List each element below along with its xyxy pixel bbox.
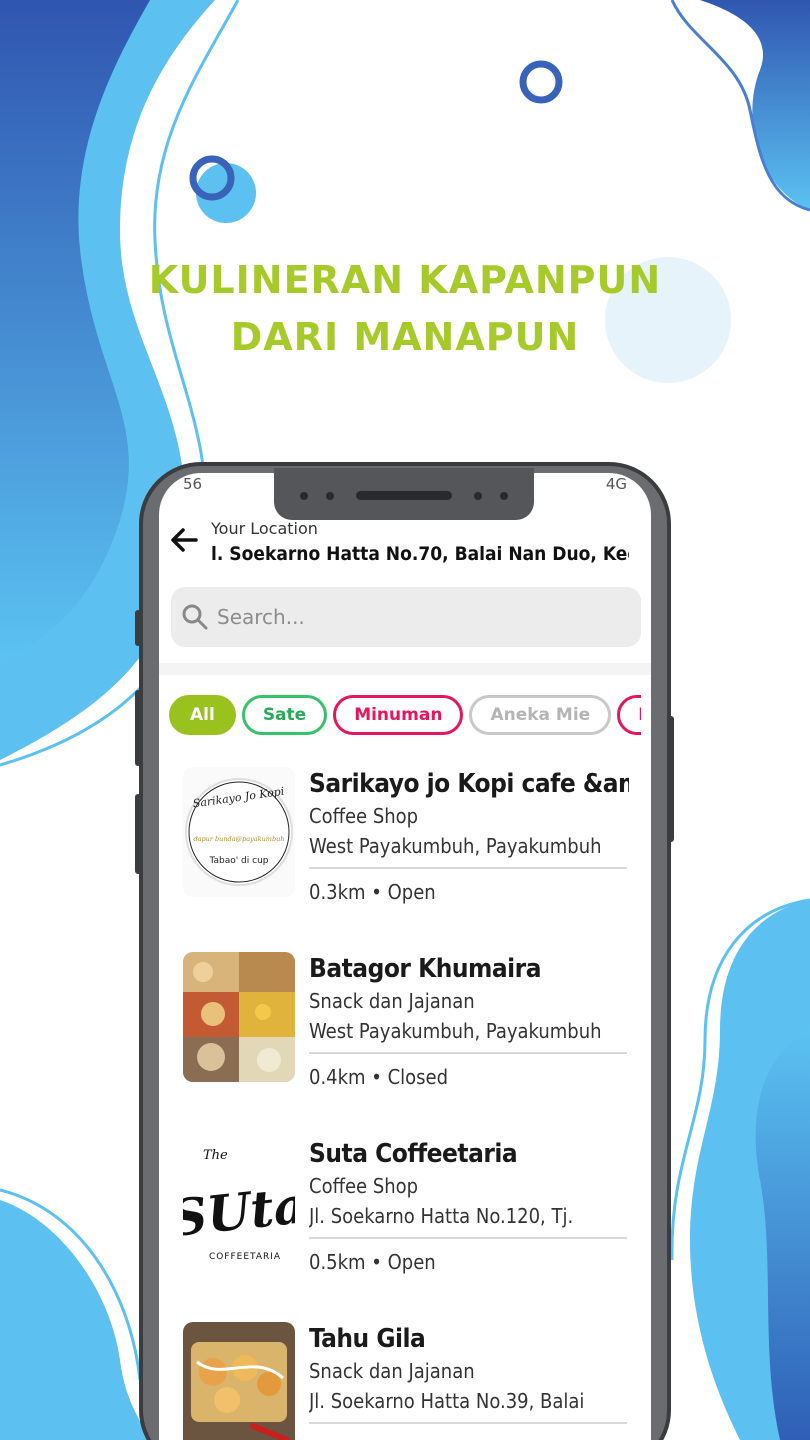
section-divider	[159, 663, 651, 675]
status-left: 56	[183, 475, 203, 493]
place-info: Sarikayo jo Kopi cafe &amp; Coffee Shop …	[309, 767, 629, 907]
place-name: Tahu Gila	[309, 1324, 426, 1354]
location-bar: Your Location l. Soekarno Hatta No.70, B…	[159, 513, 651, 573]
category-chip-martabak[interactable]: Martabak	[617, 695, 641, 735]
headline-line-1: KULINERAN KAPANPUN	[148, 258, 662, 302]
phone-screen: 56 4G Your Location l. Soekarno Hatta No…	[159, 473, 651, 1440]
headline: KULINERAN KAPANPUN DARI MANAPUN	[0, 252, 810, 366]
place-status: Closed	[387, 1065, 449, 1089]
place-meta: 0.4km • Closed	[309, 1062, 629, 1092]
list-item[interactable]: Batagor Khumaira Snack dan Jajanan West …	[159, 952, 651, 1137]
location-value[interactable]: l. Soekarno Hatta No.70, Balai Nan Duo, …	[211, 543, 629, 565]
place-thumbnail	[183, 1322, 295, 1440]
earpiece-speaker	[356, 491, 452, 500]
batagor-photo	[183, 952, 295, 1082]
meta-separator: •	[365, 1250, 388, 1274]
camera-dot	[300, 492, 308, 500]
headline-line-2: DARI MANAPUN	[230, 315, 580, 359]
place-address: West Payakumbuh, Payakumbuh	[309, 834, 602, 858]
search-input[interactable]	[217, 601, 617, 633]
camera-dot	[326, 492, 334, 500]
category-filter: AllSateMinumanAneka MieMartabak	[169, 695, 641, 737]
tahu-gila-photo	[183, 1322, 295, 1440]
category-chip-sate[interactable]: Sate	[241, 695, 328, 735]
back-arrow-icon[interactable]	[169, 525, 199, 555]
meta-separator: •	[365, 1065, 388, 1089]
place-name: Sarikayo jo Kopi cafe &amp;	[309, 769, 629, 799]
place-address: Jl. Soekarno Hatta No.120, Tj.	[309, 1204, 574, 1228]
location-label: Your Location	[211, 519, 318, 538]
search-icon	[182, 604, 208, 630]
place-info: Batagor Khumaira Snack dan Jajanan West …	[309, 952, 629, 1092]
place-list: Sarikayo Jo Kopi dapur bunda@payakumbuh …	[159, 767, 651, 1440]
phone-side-button	[135, 610, 141, 646]
category-chip-minuman[interactable]: Minuman	[333, 695, 464, 735]
phone-power-button	[668, 716, 674, 842]
divider	[309, 1237, 627, 1239]
place-category: Snack dan Jajanan	[309, 989, 475, 1013]
list-item[interactable]: Tahu Gila Snack dan Jajanan Jl. Soekarno…	[159, 1322, 651, 1440]
suta-logo-the: The	[203, 1148, 228, 1163]
divider	[309, 1422, 627, 1424]
category-chip-all[interactable]: All	[169, 695, 236, 735]
camera-dot	[474, 492, 482, 500]
phone-notch	[274, 468, 534, 520]
meta-separator: •	[365, 880, 388, 904]
suta-logo-sub: COFFEETARIA	[209, 1252, 281, 1262]
sarikayo-logo: Sarikayo Jo Kopi dapur bunda@payakumbuh …	[183, 767, 295, 897]
place-category: Snack dan Jajanan	[309, 1359, 475, 1383]
list-item[interactable]: The SUta COFFEETARIA Suta Coffeetaria Co…	[159, 1137, 651, 1322]
place-address: West Payakumbuh, Payakumbuh	[309, 1019, 602, 1043]
place-name: Batagor Khumaira	[309, 954, 542, 984]
place-status: Open	[387, 1250, 436, 1274]
divider	[309, 867, 627, 869]
sarikayo-logo-line-2: dapur bunda@payakumbuh	[193, 835, 284, 843]
place-info: Suta Coffeetaria Coffee Shop Jl. Soekarn…	[309, 1137, 629, 1277]
place-address: Jl. Soekarno Hatta No.39, Balai	[309, 1389, 585, 1413]
place-meta: 0.3km • Open	[309, 877, 629, 907]
phone-side-button	[135, 794, 141, 874]
place-thumbnail	[183, 952, 295, 1082]
place-info: Tahu Gila Snack dan Jajanan Jl. Soekarno…	[309, 1322, 629, 1432]
suta-logo: The SUta COFFEETARIA	[183, 1137, 295, 1267]
sarikayo-logo-line-3: Tabao' di cup	[208, 856, 268, 866]
category-chip-aneka-mie[interactable]: Aneka Mie	[469, 695, 612, 735]
place-category: Coffee Shop	[309, 804, 419, 828]
camera-dot	[500, 492, 508, 500]
divider	[309, 1052, 627, 1054]
place-category: Coffee Shop	[309, 1174, 419, 1198]
status-network: 4G	[605, 475, 627, 493]
list-item[interactable]: Sarikayo Jo Kopi dapur bunda@payakumbuh …	[159, 767, 651, 952]
place-distance: 0.5km	[309, 1250, 366, 1274]
place-distance: 0.4km	[309, 1065, 366, 1089]
place-distance: 0.3km	[309, 880, 366, 904]
place-status: Open	[387, 880, 436, 904]
phone-side-button	[135, 690, 141, 766]
place-name: Suta Coffeetaria	[309, 1139, 518, 1169]
place-thumbnail: The SUta COFFEETARIA	[183, 1137, 295, 1267]
place-thumbnail: Sarikayo Jo Kopi dapur bunda@payakumbuh …	[183, 767, 295, 897]
search-bar[interactable]	[171, 587, 641, 647]
place-meta: 0.5km • Open	[309, 1247, 629, 1277]
